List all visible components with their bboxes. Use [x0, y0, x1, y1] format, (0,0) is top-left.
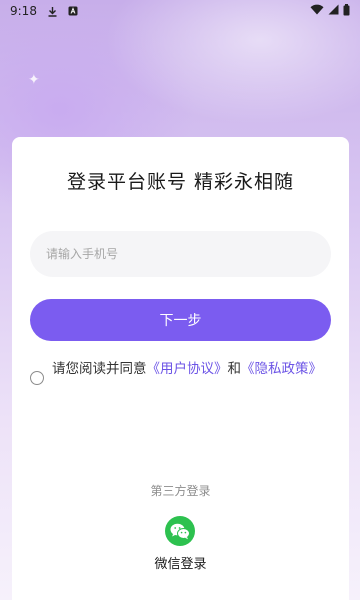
status-right-icons	[310, 3, 350, 19]
privacy-policy-link[interactable]: 《隐私政策》	[241, 361, 322, 377]
next-button[interactable]: 下一步	[30, 299, 331, 341]
app-a-icon	[67, 5, 79, 17]
status-time: 9:18	[10, 4, 37, 18]
battery-icon	[343, 3, 350, 19]
agreement-row: 请您阅读并同意《用户协议》和《隐私政策》	[30, 359, 335, 385]
page-title: 登录平台账号 精彩永相随	[66, 171, 295, 193]
phone-input[interactable]	[30, 231, 331, 277]
login-card: 登录平台账号 精彩永相随 下一步 请您阅读并同意《用户协议》和《隐私政策》 第三…	[12, 137, 349, 600]
third-party-login-label: 第三方登录	[150, 484, 211, 498]
wechat-login-label: 微信登录	[154, 557, 207, 572]
agreement-text: 请您阅读并同意《用户协议》和《隐私政策》	[52, 359, 322, 385]
agreement-prefix: 请您阅读并同意	[52, 361, 147, 377]
user-agreement-link[interactable]: 《用户协议》	[147, 361, 228, 377]
signal-icon	[328, 4, 339, 18]
wechat-icon	[170, 523, 190, 539]
wifi-icon	[310, 4, 324, 18]
wechat-login-button[interactable]	[165, 516, 195, 546]
agreement-checkbox[interactable]	[30, 371, 44, 385]
download-icon	[47, 5, 59, 17]
status-bar: 9:18	[0, 0, 360, 22]
sparkle-icon: ✦	[28, 72, 40, 88]
agreement-and: 和	[227, 361, 242, 377]
